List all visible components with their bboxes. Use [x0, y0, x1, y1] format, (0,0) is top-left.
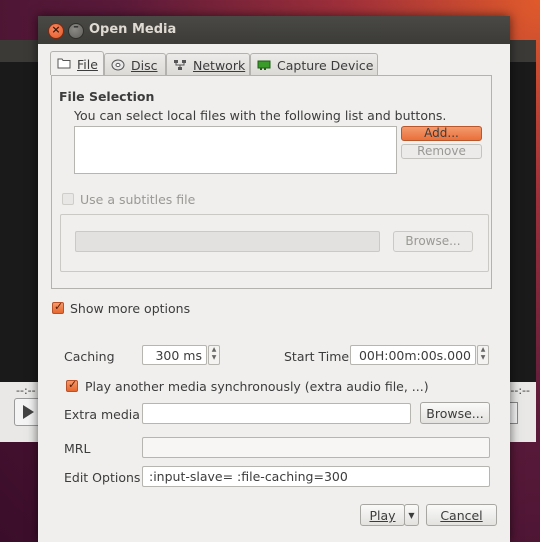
tab-file-label: File: [77, 57, 98, 72]
tab-network[interactable]: Network: [166, 53, 250, 75]
total-time: --:--: [510, 384, 530, 397]
cancel-button[interactable]: Cancel: [426, 504, 497, 526]
close-window-button[interactable]: ×: [48, 23, 64, 39]
remove-file-button[interactable]: Remove: [401, 144, 482, 159]
subtitles-browse-button[interactable]: Browse...: [393, 231, 473, 252]
tab-capture-device-label: Capture Device: [277, 58, 374, 73]
chevron-down-icon: ▼: [408, 511, 415, 520]
add-file-button[interactable]: Add...: [401, 126, 482, 141]
file-selection-title: File Selection: [59, 89, 155, 104]
open-media-dialog: × – Open Media File Disc Network Capture…: [38, 16, 510, 542]
play-synchronously-checkbox[interactable]: [66, 378, 78, 392]
tab-capture-device[interactable]: Capture Device: [250, 53, 378, 75]
edit-options-label: Edit Options: [64, 470, 141, 485]
play-button[interactable]: Play: [360, 504, 405, 526]
subtitles-file-input[interactable]: [75, 231, 380, 252]
show-more-options-checkbox[interactable]: [52, 300, 64, 314]
cancel-button-label: Cancel: [440, 508, 483, 523]
file-tab-panel: File Selection You can select local file…: [51, 75, 492, 289]
edit-options-input[interactable]: :input-slave= :file-caching=300: [142, 466, 490, 487]
mrl-field[interactable]: [142, 437, 490, 458]
play-button-label: Play: [369, 508, 396, 523]
caching-spinbox[interactable]: 300 ms: [142, 345, 207, 365]
tab-network-label: Network: [193, 58, 246, 73]
capture-card-icon: [257, 60, 271, 70]
start-time-stepper[interactable]: ▲ ▼: [477, 345, 489, 365]
network-icon: [174, 60, 186, 70]
extra-media-browse-button[interactable]: Browse...: [420, 402, 490, 424]
minimize-window-button[interactable]: –: [68, 20, 84, 39]
caching-stepper[interactable]: ▲ ▼: [208, 345, 220, 365]
subtitles-checkbox-label: Use a subtitles file: [80, 192, 196, 207]
close-icon: ×: [51, 23, 61, 36]
play-dropdown-button[interactable]: ▼: [404, 504, 419, 526]
elapsed-time: --:--: [16, 384, 36, 397]
tab-disc-label: Disc: [131, 58, 158, 73]
disc-icon: [111, 59, 125, 71]
mrl-label: MRL: [64, 441, 91, 456]
extra-media-input[interactable]: [142, 403, 411, 424]
subtitles-group: Browse...: [60, 214, 489, 272]
tab-disc[interactable]: Disc: [104, 53, 166, 75]
folder-icon: [57, 58, 71, 69]
extra-media-label: Extra media: [64, 407, 140, 422]
start-time-spinbox[interactable]: 00H:00m:00s.000: [350, 345, 476, 365]
titlebar: × – Open Media: [38, 16, 510, 44]
caching-label: Caching: [64, 349, 115, 364]
file-list[interactable]: [74, 126, 397, 174]
window-title: Open Media: [89, 22, 177, 37]
show-more-options-label: Show more options: [70, 301, 191, 316]
minimize-icon: –: [73, 20, 79, 33]
subtitles-checkbox[interactable]: [62, 193, 74, 205]
tab-file[interactable]: File: [50, 51, 104, 75]
file-selection-description: You can select local files with the foll…: [74, 108, 447, 123]
play-synchronously-label: Play another media synchronously (extra …: [85, 379, 429, 394]
start-time-label: Start Time: [284, 349, 350, 364]
